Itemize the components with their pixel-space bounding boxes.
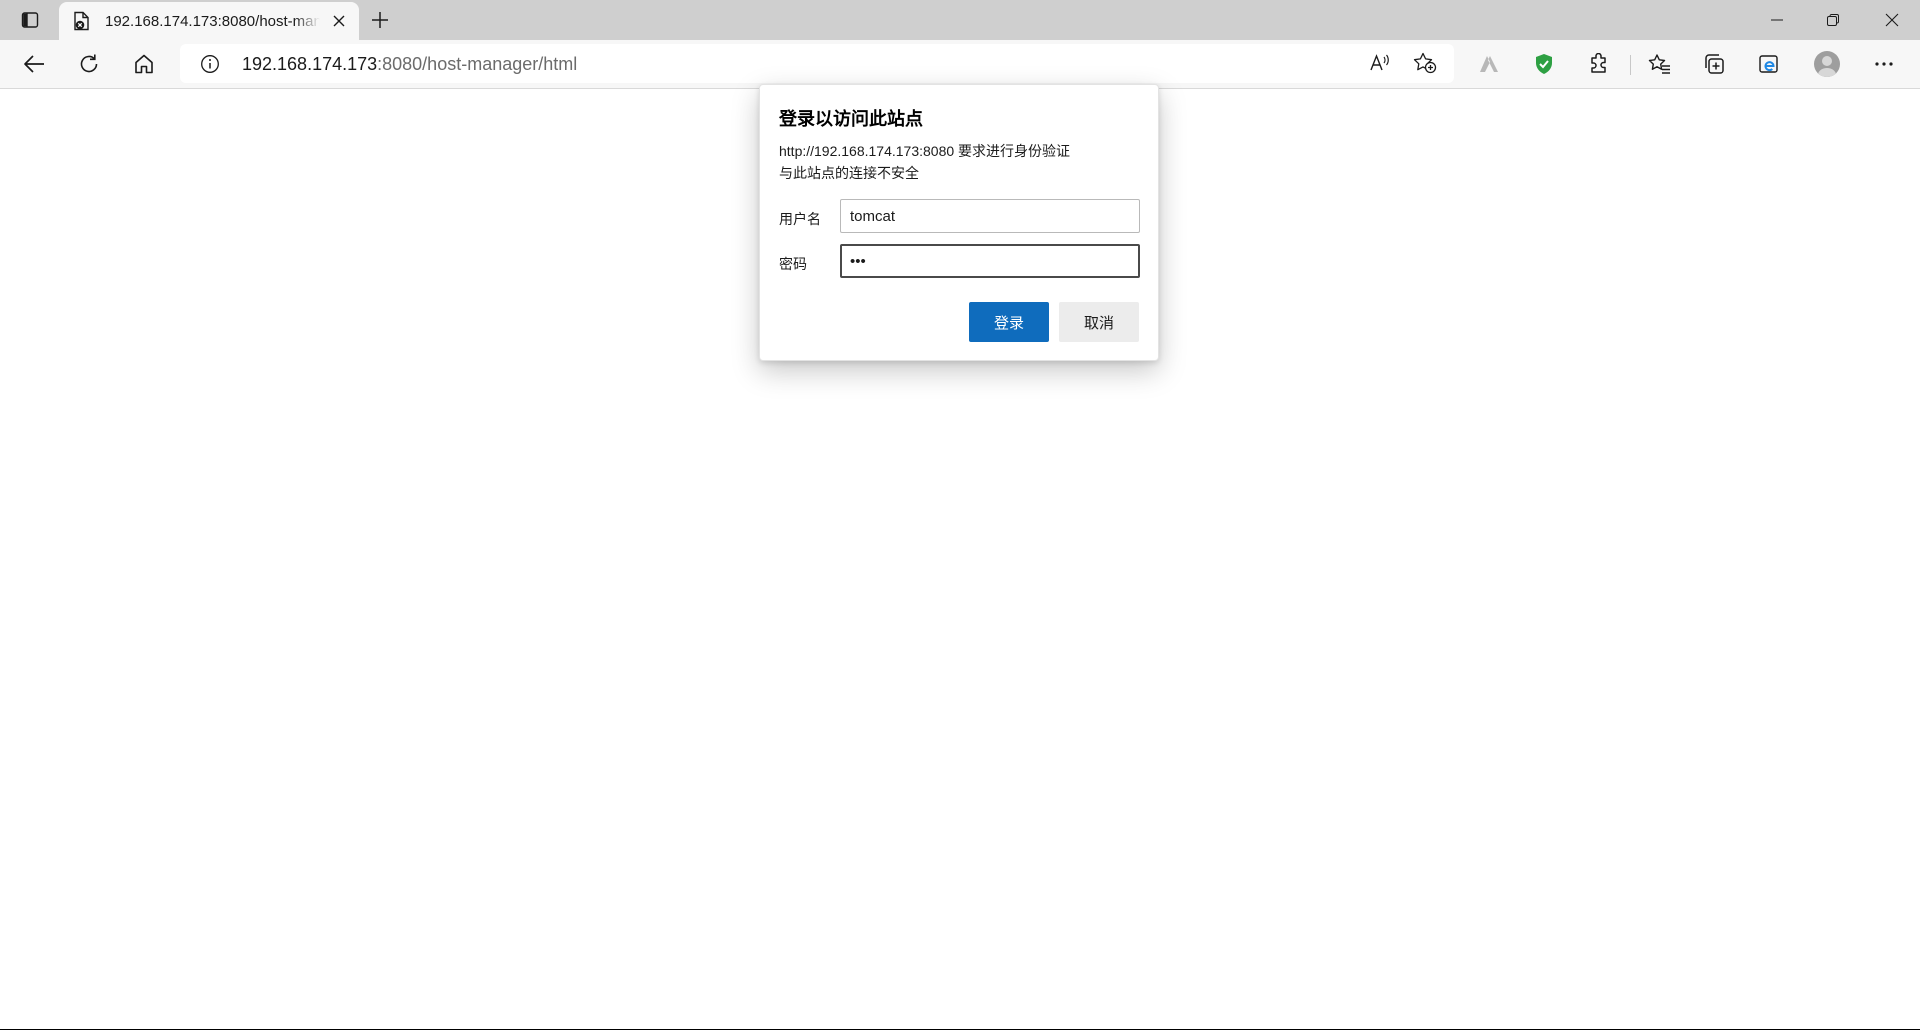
avatar <box>1814 51 1840 77</box>
back-arrow-icon[interactable] <box>14 46 54 82</box>
ie-mode-icon[interactable] <box>1749 46 1789 82</box>
more-icon[interactable] <box>1864 46 1904 82</box>
star-plus-icon[interactable] <box>1407 48 1443 78</box>
puzzle-icon[interactable] <box>1579 46 1619 82</box>
browser-toolbar: 192.168.174.173:8080/host-manager/html <box>0 40 1920 89</box>
active-tab[interactable]: 192.168.174.173:8080/host-manager/html <box>59 2 359 40</box>
username-field[interactable] <box>840 199 1140 233</box>
dialog-title: 登录以访问此站点 <box>779 109 923 129</box>
tab-actions-icon[interactable] <box>12 6 48 34</box>
insecure-connection-text: 与此站点的连接不安全 <box>779 165 919 181</box>
favorites-icon[interactable] <box>1640 46 1680 82</box>
url-text[interactable]: 192.168.174.173:8080/host-manager/html <box>242 54 577 74</box>
page-error-icon <box>72 11 92 31</box>
close-icon[interactable] <box>329 11 349 31</box>
tab-strip: 192.168.174.173:8080/host-manager/html <box>0 0 1920 40</box>
minimize-icon[interactable] <box>1749 0 1805 40</box>
auth-dialog: 登录以访问此站点 http://192.168.174.173:8080 要求进… <box>759 84 1159 361</box>
url-path: :8080/host-manager/html <box>377 54 578 74</box>
refresh-icon[interactable] <box>69 46 109 82</box>
home-icon[interactable] <box>124 46 164 82</box>
toolbar-divider <box>1630 55 1631 75</box>
shield-icon[interactable] <box>1524 46 1564 82</box>
password-field[interactable] <box>840 244 1140 278</box>
dialog-message: http://192.168.174.173:8080 要求进行身份验证 与此站… <box>779 140 1070 184</box>
extension-a-icon[interactable] <box>1469 46 1509 82</box>
collections-icon[interactable] <box>1694 46 1734 82</box>
plus-icon[interactable] <box>364 6 396 34</box>
password-label: 密码 <box>779 256 807 272</box>
info-icon[interactable] <box>200 54 220 74</box>
close-window-icon[interactable] <box>1864 0 1920 40</box>
cancel-button[interactable]: 取消 <box>1059 302 1139 342</box>
url-host: 192.168.174.173 <box>242 54 378 74</box>
read-aloud-icon[interactable] <box>1362 48 1398 78</box>
auth-required-text: http://192.168.174.173:8080 要求进行身份验证 <box>779 143 1071 159</box>
login-button[interactable]: 登录 <box>969 302 1049 342</box>
profile-avatar[interactable] <box>1807 46 1847 82</box>
username-label: 用户名 <box>779 211 821 227</box>
restore-icon[interactable] <box>1805 0 1861 40</box>
address-bar[interactable]: 192.168.174.173:8080/host-manager/html <box>180 44 1454 83</box>
tab-title: 192.168.174.173:8080/host-manager/html <box>105 12 320 30</box>
